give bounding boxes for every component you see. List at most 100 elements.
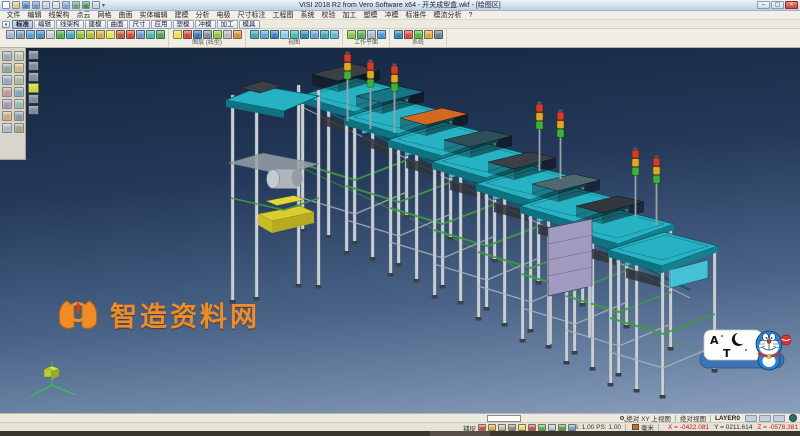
- menu-item-12[interactable]: 工程图: [269, 11, 297, 20]
- print-icon[interactable]: [42, 1, 50, 9]
- redo-icon[interactable]: [82, 1, 90, 9]
- menu-item-13[interactable]: 系统: [297, 11, 318, 20]
- array-tool-icon[interactable]: [2, 123, 12, 133]
- coord-entry-field[interactable]: [487, 415, 521, 422]
- menu-item-2[interactable]: 编辑: [24, 11, 45, 20]
- view-side-icon[interactable]: [280, 30, 289, 39]
- menu-item-9[interactable]: 分析: [192, 11, 213, 20]
- plot-icon[interactable]: [52, 1, 60, 9]
- offset-tool-icon[interactable]: [14, 75, 24, 85]
- menu-item-18[interactable]: 标准件: [402, 11, 430, 20]
- new-file-icon[interactable]: [2, 1, 10, 9]
- toolbar-tab-4[interactable]: 建模: [85, 20, 106, 29]
- scale-tool-icon[interactable]: [2, 111, 12, 121]
- view-prev-icon[interactable]: [320, 30, 329, 39]
- refresh-icon[interactable]: [156, 30, 165, 39]
- menu-item-19[interactable]: 模流分析: [430, 11, 465, 20]
- view-front-icon[interactable]: [270, 30, 279, 39]
- workplane-reset-icon[interactable]: [377, 30, 386, 39]
- line-weight-icon[interactable]: [203, 30, 212, 39]
- view-iso-icon[interactable]: [250, 30, 259, 39]
- undo-icon[interactable]: [72, 1, 80, 9]
- toolbar-tab-8[interactable]: 塑模: [173, 20, 194, 29]
- shaded-view-icon[interactable]: [66, 30, 75, 39]
- assembly-line-3d-model[interactable]: [0, 48, 800, 413]
- toolbar-tab-5[interactable]: 曲面: [107, 20, 128, 29]
- menu-item-3[interactable]: 线架构: [45, 11, 73, 20]
- menu-item-16[interactable]: 塑模: [360, 11, 381, 20]
- system-macro-icon[interactable]: [414, 30, 423, 39]
- status-box-1[interactable]: [745, 415, 757, 422]
- attributes-icon[interactable]: [116, 30, 125, 39]
- save-icon[interactable]: [22, 1, 30, 9]
- status-box-2[interactable]: [759, 415, 771, 422]
- toolbar-tab-11[interactable]: 模具: [239, 20, 260, 29]
- toolbar-tab-7[interactable]: 应用: [151, 20, 172, 29]
- toolbar-tab-1[interactable]: 标准: [12, 20, 33, 29]
- measure-icon[interactable]: [96, 30, 105, 39]
- select-tool-icon[interactable]: [2, 51, 12, 61]
- undo-view-icon[interactable]: [136, 30, 145, 39]
- menu-item-14[interactable]: 校验: [318, 11, 339, 20]
- filter-btn-3[interactable]: [28, 72, 39, 82]
- workplane-view-icon[interactable]: [367, 30, 376, 39]
- maximize-button[interactable]: ▢: [771, 1, 784, 9]
- menu-item-5[interactable]: 网格: [94, 11, 115, 20]
- explode-tool-icon[interactable]: [14, 123, 24, 133]
- move-tool-icon[interactable]: [14, 87, 24, 97]
- layer-manager-icon[interactable]: [106, 30, 115, 39]
- wireframe-view-icon[interactable]: [76, 30, 85, 39]
- workplane-new-icon[interactable]: [347, 30, 356, 39]
- delete-icon[interactable]: [126, 30, 135, 39]
- menu-item-7[interactable]: 实体编辑: [136, 11, 171, 20]
- hidden-line-icon[interactable]: [86, 30, 95, 39]
- import-icon[interactable]: [62, 1, 70, 9]
- menu-item-4[interactable]: 点云: [73, 11, 94, 20]
- snap-intersection-icon[interactable]: [508, 424, 516, 431]
- menu-item-8[interactable]: 建模: [171, 11, 192, 20]
- line-type-icon[interactable]: [193, 30, 202, 39]
- filter-btn-5[interactable]: [28, 94, 39, 104]
- view-rotate-icon[interactable]: [310, 30, 319, 39]
- snap-node-icon[interactable]: [548, 424, 556, 431]
- filter-btn-4[interactable]: [28, 83, 39, 93]
- status-indicator-icon[interactable]: [789, 414, 797, 422]
- snap-midpoint-icon[interactable]: [488, 424, 496, 431]
- system-help-icon[interactable]: [424, 30, 433, 39]
- menu-item-15[interactable]: 加工: [339, 11, 360, 20]
- menu-item-17[interactable]: 冲模: [381, 11, 402, 20]
- snap-tangent-icon[interactable]: [528, 424, 536, 431]
- filter-btn-6[interactable]: [28, 105, 39, 115]
- quick-access-more-icon[interactable]: ▾: [102, 2, 105, 9]
- toolbar-tab-2[interactable]: 编辑: [34, 20, 55, 29]
- fillet-tool-icon[interactable]: [14, 63, 24, 73]
- toolbar-tab-6[interactable]: 尺寸: [129, 20, 150, 29]
- trim-tool-icon[interactable]: [14, 51, 24, 61]
- zoom-extents-icon[interactable]: [36, 30, 45, 39]
- rotate-tool-icon[interactable]: [14, 99, 24, 109]
- toolbar-tab-10[interactable]: 加工: [217, 20, 238, 29]
- toolbar-tab-3[interactable]: 线架构: [56, 20, 84, 29]
- copy-tool-icon[interactable]: [2, 99, 12, 109]
- filter-btn-2[interactable]: [28, 61, 39, 71]
- layer-list-icon[interactable]: [173, 30, 182, 39]
- system-database-icon[interactable]: [404, 30, 413, 39]
- menu-item-10[interactable]: 电极: [213, 11, 234, 20]
- zoom-window-icon[interactable]: [26, 30, 35, 39]
- line-color-icon[interactable]: [183, 30, 192, 39]
- open-folder-icon[interactable]: [12, 1, 20, 9]
- menu-item-1[interactable]: 文件: [3, 11, 24, 20]
- menu-item-20[interactable]: ?: [465, 11, 476, 20]
- system-exit-icon[interactable]: [434, 30, 443, 39]
- layer-current-icon[interactable]: [233, 30, 242, 39]
- view-named-icon[interactable]: [330, 30, 339, 39]
- snap-quadrant-icon[interactable]: [518, 424, 526, 431]
- status-box-3[interactable]: [773, 415, 785, 422]
- toolbar-tab-9[interactable]: 冲模: [195, 20, 216, 29]
- chamfer-tool-icon[interactable]: [2, 75, 12, 85]
- info-icon[interactable]: [146, 30, 155, 39]
- view-back-icon[interactable]: [290, 30, 299, 39]
- workplane-align-icon[interactable]: [357, 30, 366, 39]
- view-bottom-icon[interactable]: [300, 30, 309, 39]
- pan-icon[interactable]: [46, 30, 55, 39]
